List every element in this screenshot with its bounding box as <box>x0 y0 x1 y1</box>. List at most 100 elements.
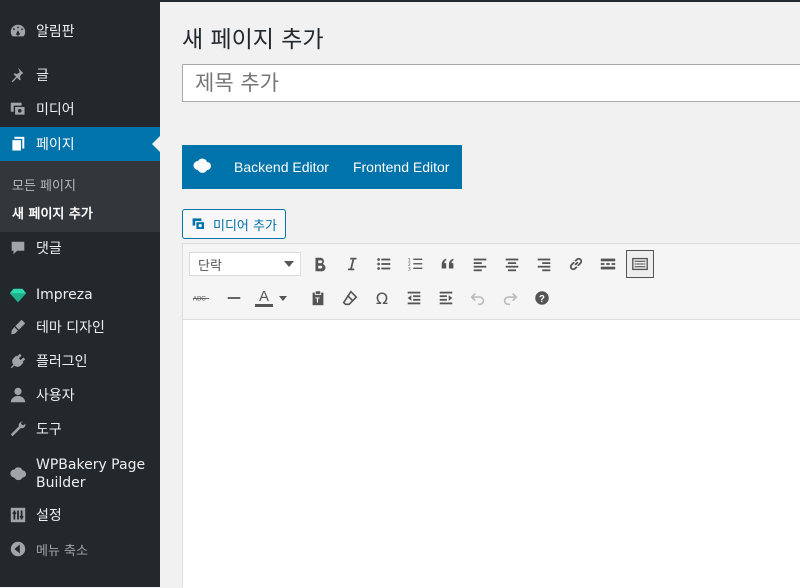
add-media-icon <box>192 218 206 231</box>
indent-button[interactable] <box>432 284 460 312</box>
read-more-button[interactable] <box>594 250 622 278</box>
text-color-button[interactable]: A <box>252 284 276 312</box>
sidebar-item-label: 미디어 <box>36 102 75 118</box>
settings-icon <box>0 506 36 524</box>
outdent-icon <box>407 291 421 305</box>
text-color-dropdown[interactable] <box>276 284 290 312</box>
collapse-icon <box>0 540 36 558</box>
strikethrough-button[interactable]: ABC <box>187 284 215 312</box>
format-select[interactable]: 단락 <box>189 252 301 276</box>
horizontal-line-icon <box>227 297 241 299</box>
sidebar-item-label: 글 <box>36 68 49 84</box>
insert-link-button[interactable] <box>562 250 590 278</box>
svg-text:ABC: ABC <box>193 296 206 303</box>
pages-icon <box>0 135 36 153</box>
numbered-list-button[interactable]: 123 <box>402 250 430 278</box>
eraser-icon <box>342 290 358 306</box>
sidebar-item-wpbakery[interactable]: WPBakery Page Builder <box>0 454 160 494</box>
help-icon: ? <box>535 291 549 305</box>
redo-icon <box>503 292 518 306</box>
sidebar-item-media[interactable]: 미디어 <box>0 92 160 126</box>
horizontal-line-button[interactable] <box>220 284 248 312</box>
sidebar-item-impreza[interactable]: Impreza <box>0 278 160 312</box>
align-left-button[interactable] <box>466 250 494 278</box>
submenu-add-new-page[interactable]: 새 페이지 추가 <box>12 203 93 222</box>
chevron-down-icon <box>284 261 294 267</box>
sidebar-item-label: 페이지 <box>36 137 75 153</box>
add-media-label: 미디어 추가 <box>213 218 277 234</box>
brush-icon <box>0 318 36 336</box>
pin-icon <box>0 66 36 84</box>
sidebar-item-label: Impreza <box>36 287 93 303</box>
clear-formatting-button[interactable] <box>336 284 364 312</box>
bold-button[interactable] <box>306 250 334 278</box>
sidebar-item-users[interactable]: 사용자 <box>0 378 160 412</box>
user-icon <box>0 386 36 404</box>
paste-as-text-button[interactable]: T <box>304 284 332 312</box>
sidebar-item-dashboard[interactable]: 알림판 <box>0 14 160 48</box>
caret-down-icon <box>279 295 287 301</box>
sidebar-item-pages[interactable]: 페이지 <box>0 127 160 161</box>
outdent-button[interactable] <box>400 284 428 312</box>
sidebar-item-label: 사용자 <box>36 388 75 404</box>
align-left-icon <box>473 258 487 272</box>
bullet-list-icon <box>377 258 391 270</box>
color-swatch <box>255 304 273 307</box>
sidebar-collapse-menu[interactable]: 메뉴 축소 <box>0 532 160 566</box>
page-title: 새 페이지 추가 <box>182 27 324 53</box>
align-right-icon <box>537 258 551 272</box>
sidebar-item-plugins[interactable]: 플러그인 <box>0 344 160 378</box>
wpbakery-logo-icon <box>182 158 222 176</box>
add-media-button[interactable]: 미디어 추가 <box>182 209 286 239</box>
strikethrough-icon: ABC <box>192 296 210 303</box>
admin-sidebar: 알림판 글 미디어 페이지 모든 페이지 새 페이지 추가 댓글 Impreza… <box>0 0 160 587</box>
classic-editor: 단락 123 ABC A T Ω ? <box>182 243 800 588</box>
align-center-button[interactable] <box>498 250 526 278</box>
title-input[interactable] <box>182 64 800 102</box>
omega-icon: Ω <box>375 288 389 308</box>
text-color-letter: A <box>258 288 269 305</box>
wpbakery-editor-bar: Backend Editor Frontend Editor <box>182 145 462 189</box>
numbered-list-icon: 123 <box>408 257 423 272</box>
svg-text:T: T <box>315 296 320 305</box>
sidebar-item-comments[interactable]: 댓글 <box>0 231 160 265</box>
plugin-icon <box>0 352 36 370</box>
redo-button[interactable] <box>496 284 524 312</box>
undo-button[interactable] <box>464 284 492 312</box>
link-icon <box>569 257 583 271</box>
sidebar-item-label: 플러그인 <box>36 354 88 370</box>
italic-icon <box>347 257 357 271</box>
frontend-editor-button[interactable]: Frontend Editor <box>341 159 462 175</box>
clipboard-icon: T <box>312 290 324 306</box>
sidebar-item-label: 알림판 <box>36 24 75 40</box>
top-bar <box>160 0 800 2</box>
dashboard-icon <box>0 22 36 40</box>
undo-icon <box>470 292 485 306</box>
svg-text:?: ? <box>539 294 545 305</box>
sidebar-item-tools[interactable]: 도구 <box>0 412 160 446</box>
svg-text:3: 3 <box>408 266 411 272</box>
help-button[interactable]: ? <box>528 284 556 312</box>
sidebar-item-label: 도구 <box>36 422 62 438</box>
sidebar-item-label: 테마 디자인 <box>36 320 105 336</box>
comment-icon <box>0 239 36 257</box>
align-right-button[interactable] <box>530 250 558 278</box>
quote-icon <box>441 258 454 269</box>
main-content: 새 페이지 추가 Backend Editor Frontend Editor … <box>160 0 800 588</box>
submenu-all-pages[interactable]: 모든 페이지 <box>12 175 76 194</box>
special-character-button[interactable]: Ω <box>368 284 396 312</box>
sidebar-item-label: WPBakery Page Builder <box>36 457 146 491</box>
bullet-list-button[interactable] <box>370 250 398 278</box>
italic-button[interactable] <box>338 250 366 278</box>
blockquote-button[interactable] <box>434 250 462 278</box>
keyboard-icon <box>632 257 648 271</box>
indent-icon <box>439 291 453 305</box>
pages-submenu: 모든 페이지 새 페이지 추가 <box>0 161 160 232</box>
sidebar-item-appearance[interactable]: 테마 디자인 <box>0 310 160 344</box>
sidebar-item-settings[interactable]: 설정 <box>0 498 160 532</box>
sidebar-item-posts[interactable]: 글 <box>0 58 160 92</box>
backend-editor-button[interactable]: Backend Editor <box>222 159 341 175</box>
editor-content-area[interactable] <box>183 320 800 588</box>
wpbakery-icon <box>0 465 36 483</box>
toolbar-toggle-button[interactable] <box>626 250 654 278</box>
